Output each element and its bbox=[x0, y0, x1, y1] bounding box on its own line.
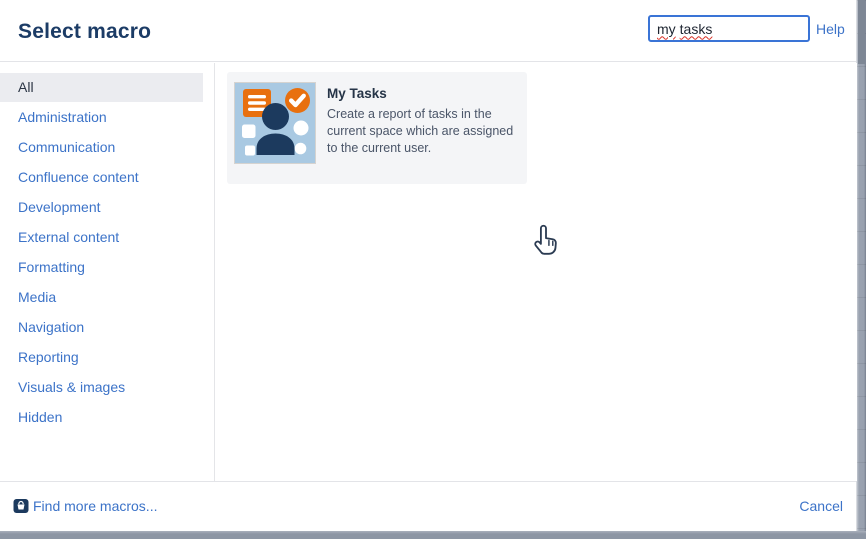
my-tasks-macro-icon bbox=[235, 83, 315, 163]
sidebar-item-communication[interactable]: Communication bbox=[0, 133, 214, 162]
help-link[interactable]: Help bbox=[816, 21, 845, 37]
sidebar-item-external-content[interactable]: External content bbox=[0, 223, 214, 252]
macro-card-my-tasks[interactable]: My Tasks Create a report of tasks in the… bbox=[227, 72, 527, 184]
select-macro-dialog: Select macro mytasks Help All Administra… bbox=[0, 0, 857, 531]
cancel-link[interactable]: Cancel bbox=[799, 498, 843, 514]
screen: Select macro mytasks Help All Administra… bbox=[0, 0, 866, 539]
sidebar-item-formatting[interactable]: Formatting bbox=[0, 253, 214, 282]
dialog-title: Select macro bbox=[18, 20, 151, 44]
dialog-footer: Find more macros... Cancel bbox=[0, 481, 856, 531]
macro-results-panel: My Tasks Create a report of tasks in the… bbox=[216, 63, 857, 481]
macro-search-input[interactable]: mytasks bbox=[648, 15, 810, 42]
background-page-scrollbar[interactable] bbox=[857, 0, 866, 539]
dialog-header: Select macro mytasks Help bbox=[0, 0, 856, 62]
background-page-edge bbox=[0, 531, 866, 539]
category-sidebar: All Administration Communication Conflue… bbox=[0, 63, 215, 481]
marketplace-icon bbox=[13, 498, 29, 514]
sidebar-item-development[interactable]: Development bbox=[0, 193, 214, 222]
search-text-word: my bbox=[657, 21, 676, 37]
sidebar-item-media[interactable]: Media bbox=[0, 283, 214, 312]
macro-title: My Tasks bbox=[327, 86, 523, 101]
sidebar-item-all[interactable]: All bbox=[0, 73, 203, 102]
find-more-macros-link[interactable]: Find more macros... bbox=[13, 498, 157, 514]
sidebar-item-reporting[interactable]: Reporting bbox=[0, 343, 214, 372]
macro-description: Create a report of tasks in the current … bbox=[327, 106, 523, 157]
sidebar-item-confluence-content[interactable]: Confluence content bbox=[0, 163, 214, 192]
sidebar-item-navigation[interactable]: Navigation bbox=[0, 313, 214, 342]
sidebar-item-hidden[interactable]: Hidden bbox=[0, 403, 214, 432]
macro-card-text: My Tasks Create a report of tasks in the… bbox=[327, 86, 523, 157]
sidebar-item-administration[interactable]: Administration bbox=[0, 103, 214, 132]
find-more-macros-label: Find more macros... bbox=[33, 498, 157, 514]
category-list: All Administration Communication Conflue… bbox=[0, 73, 214, 432]
sidebar-item-visuals-images[interactable]: Visuals & images bbox=[0, 373, 214, 402]
scrollbar-thumb[interactable] bbox=[858, 0, 865, 64]
search-text-word: tasks bbox=[680, 21, 713, 37]
mouse-hand-cursor bbox=[529, 219, 563, 259]
